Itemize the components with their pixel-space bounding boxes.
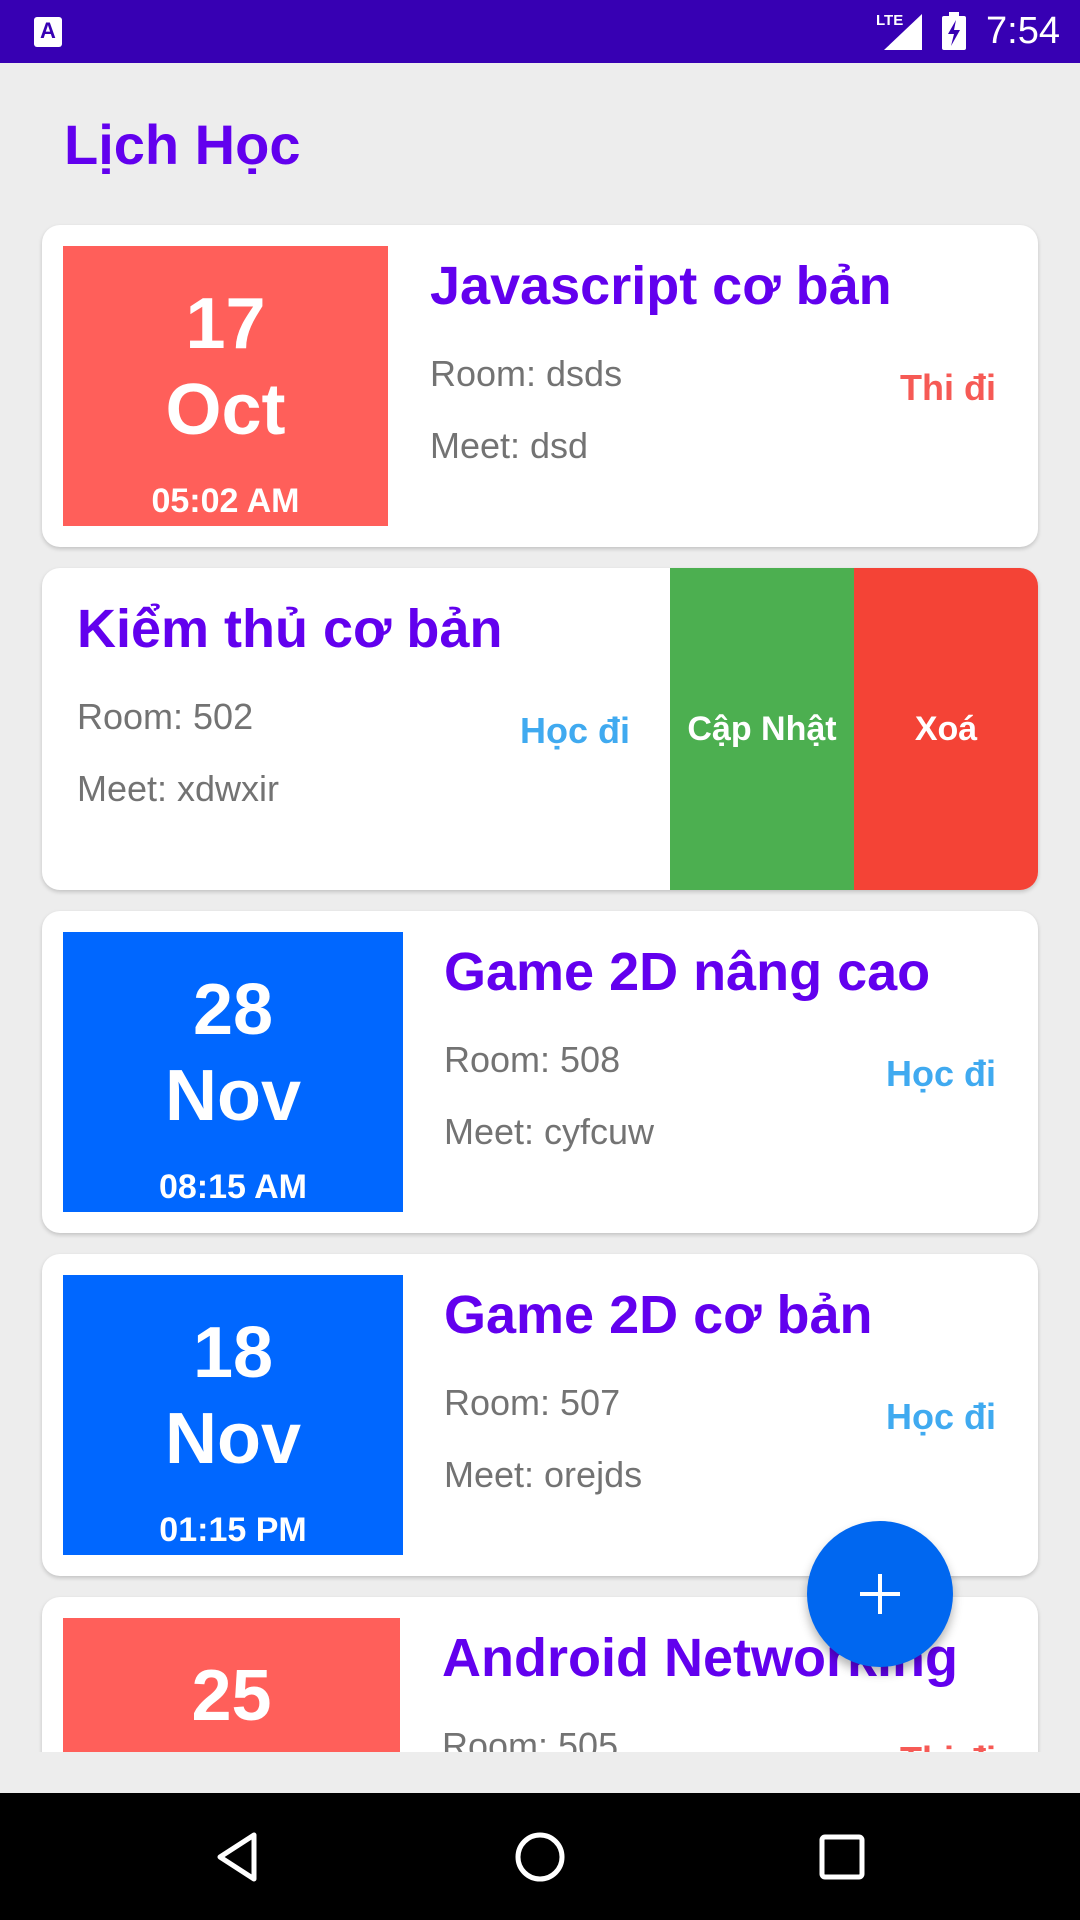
schedule-list[interactable]: 17 Oct 05:02 AM Javascript cơ bản Room: … [0, 222, 1080, 1752]
page-title: Lịch Học [64, 113, 301, 176]
date-day: 28 [192, 970, 274, 1050]
battery-charging-icon [942, 12, 966, 50]
date-time: 08:15 AM [158, 1168, 308, 1206]
course-meet: Meet: xdwxir [77, 768, 280, 809]
course-room: Room: 508 [444, 1039, 621, 1080]
date-box: 25 [63, 1618, 400, 1752]
course-status: Học đi [885, 1396, 996, 1437]
date-day: 17 [185, 284, 266, 364]
course-room: Room: dsds [430, 353, 623, 394]
date-month: Nov [164, 1056, 302, 1136]
recent-apps-icon[interactable] [814, 1829, 870, 1885]
course-status: Học đi [885, 1053, 996, 1094]
course-status: Thi đi [900, 367, 996, 408]
date-month: Oct [165, 370, 286, 450]
schedule-card[interactable]: 28 Nov 08:15 AM Game 2D nâng cao Room: 5… [42, 911, 1038, 1233]
course-room: Room: 505 [442, 1725, 619, 1752]
schedule-card[interactable]: 17 Oct 05:02 AM Javascript cơ bản Room: … [42, 225, 1038, 547]
navigation-bar [0, 1793, 1080, 1920]
course-title: Game 2D nâng cao [444, 942, 931, 1002]
course-status: Thi đi [900, 1739, 996, 1752]
course-meet: Meet: orejds [444, 1454, 643, 1495]
date-box: 28 Nov 08:15 AM [63, 932, 403, 1212]
date-box: 18 Nov 01:15 PM [63, 1275, 403, 1555]
course-title: Javascript cơ bản [430, 256, 892, 316]
schedule-card-swiped[interactable]: Kiểm thủ cơ bản Room: 502 Meet: xdwxir H… [42, 568, 1038, 890]
app-notification-icon: A [34, 17, 62, 47]
date-month: Nov [164, 1399, 302, 1479]
add-schedule-button[interactable] [807, 1521, 953, 1667]
date-time: 05:02 AM [151, 482, 300, 520]
course-meet: Meet: cyfcuw [444, 1111, 655, 1152]
plus-icon [860, 1574, 900, 1614]
course-title: Kiểm thủ cơ bản [77, 599, 503, 659]
course-meet: Meet: dsd [430, 425, 589, 466]
home-icon[interactable] [512, 1829, 568, 1885]
update-button[interactable]: Cập Nhật [670, 568, 854, 890]
signal-icon [884, 14, 922, 50]
date-day: 25 [191, 1656, 272, 1736]
date-day: 18 [192, 1313, 274, 1393]
course-title: Game 2D cơ bản [444, 1285, 873, 1345]
status-bar: A LTE 7:54 [0, 0, 1080, 63]
delete-button[interactable]: Xoá [854, 568, 1038, 890]
course-status: Học đi [520, 710, 631, 751]
back-icon[interactable] [210, 1829, 266, 1885]
course-room: Room: 502 [77, 696, 254, 737]
date-time: 01:15 PM [159, 1511, 307, 1549]
course-room: Room: 507 [444, 1382, 621, 1423]
date-box: 17 Oct 05:02 AM [63, 246, 388, 526]
clock: 7:54 [986, 10, 1060, 52]
